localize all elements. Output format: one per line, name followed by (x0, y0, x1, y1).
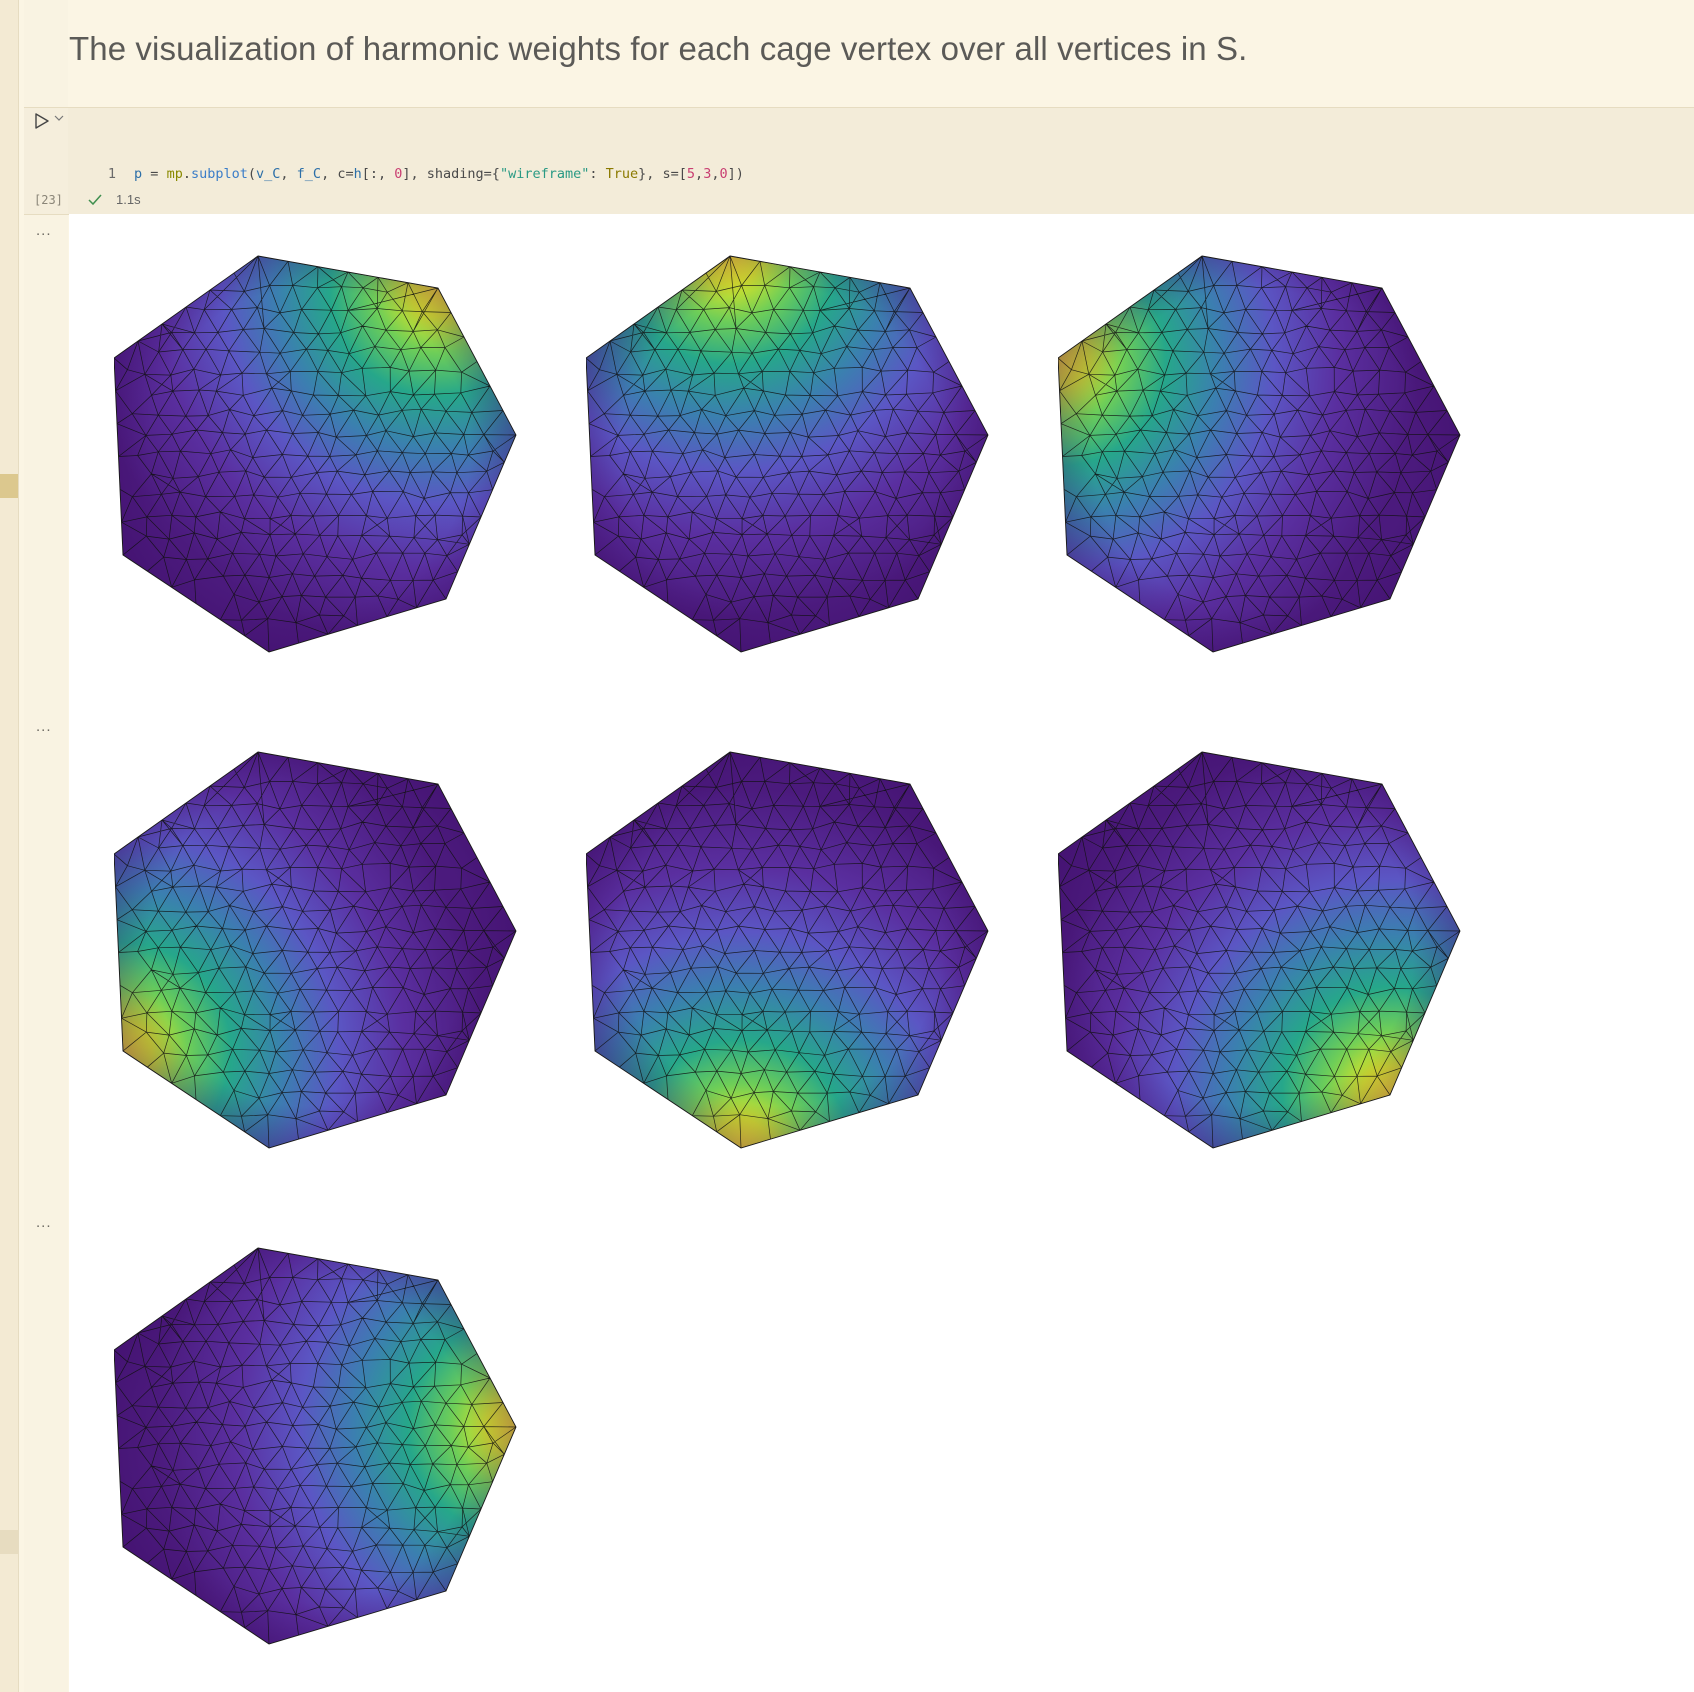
check-icon (88, 194, 102, 206)
output-collapse-toggle[interactable]: ... (36, 718, 52, 735)
markdown-cell-text: The visualization of harmonic weights fo… (69, 30, 1248, 67)
execution-time: 1.1s (116, 192, 141, 207)
left-margin-strip (0, 0, 19, 1692)
plot-weight-3[interactable] (114, 734, 534, 1164)
plot-weight-0[interactable] (114, 238, 534, 668)
execution-count: [23] (34, 193, 63, 207)
chevron-down-icon[interactable] (53, 112, 65, 124)
plot-weight-6[interactable] (114, 1230, 534, 1660)
output-collapse-toggle[interactable]: ... (36, 222, 52, 239)
left-margin-marker (0, 474, 18, 498)
plot-weight-5[interactable] (1058, 734, 1478, 1164)
left-margin-marker (0, 1530, 18, 1554)
play-icon[interactable] (34, 112, 50, 130)
line-number: 1 (107, 166, 116, 182)
cell-gutter (24, 0, 68, 1692)
code-line-1: 1p = mp.subplot(v_C, f_C, c=h[:, 0], sha… (92, 164, 801, 185)
plot-weight-4[interactable] (586, 734, 1006, 1164)
plot-weight-2[interactable] (1058, 238, 1478, 668)
output-collapse-toggle[interactable]: ... (36, 1214, 52, 1231)
plot-weight-1[interactable] (586, 238, 1006, 668)
